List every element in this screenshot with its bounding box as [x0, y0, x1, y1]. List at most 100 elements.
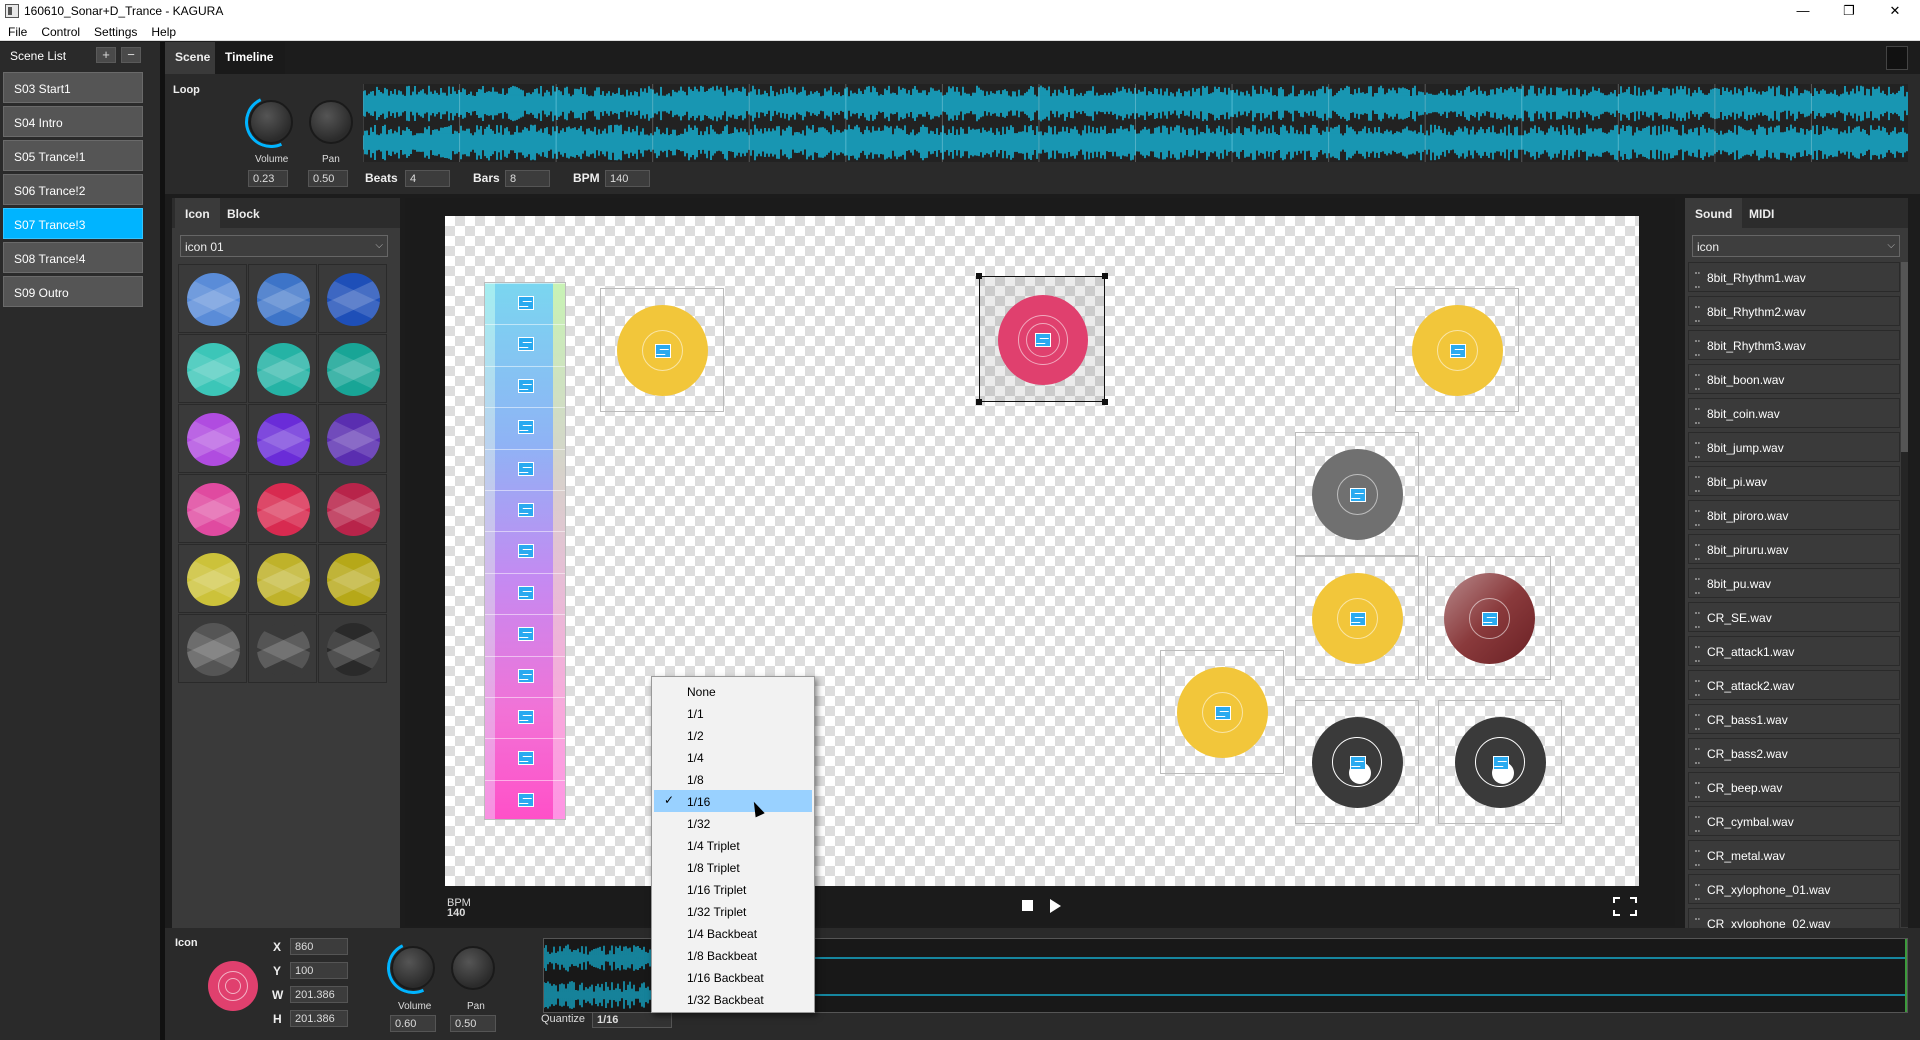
sound-item[interactable]: 8bit_piruru.wav	[1688, 534, 1900, 564]
tab-icon[interactable]: Icon	[175, 198, 220, 228]
resize-handle-tr[interactable]	[1102, 273, 1108, 279]
scene-item[interactable]: S05 Trance!1	[3, 140, 143, 171]
icon-object-selected[interactable]	[976, 273, 1108, 405]
h-field[interactable]: 201.386	[290, 1010, 348, 1027]
quantize-option[interactable]: 1/1	[654, 702, 812, 724]
quantize-option[interactable]: 1/8 Backbeat	[654, 944, 812, 966]
tab-sound[interactable]: Sound	[1685, 198, 1743, 228]
tab-block[interactable]: Block	[217, 198, 270, 228]
sound-item[interactable]: 8bit_Rhythm3.wav	[1688, 330, 1900, 360]
sound-item[interactable]: 8bit_pu.wav	[1688, 568, 1900, 598]
tab-midi[interactable]: MIDI	[1739, 198, 1784, 228]
sound-item[interactable]: CR_attack2.wav	[1688, 670, 1900, 700]
x-field[interactable]: 860	[290, 938, 348, 955]
loop-waveform[interactable]	[363, 84, 1908, 162]
palette-icon[interactable]	[178, 264, 247, 333]
resize-handle-bl[interactable]	[976, 399, 982, 405]
tab-timeline[interactable]: Timeline	[215, 42, 285, 74]
quantize-select[interactable]: 1/16	[592, 1011, 672, 1028]
quantize-option[interactable]: 1/2	[654, 724, 812, 746]
sound-item[interactable]: 8bit_piroro.wav	[1688, 500, 1900, 530]
icon-object-gray[interactable]	[1295, 432, 1419, 556]
resize-handle-br[interactable]	[1102, 399, 1108, 405]
sound-item[interactable]: 8bit_jump.wav	[1688, 432, 1900, 462]
palette-icon[interactable]	[248, 264, 317, 333]
quantize-option[interactable]: 1/16 ✓	[654, 790, 812, 812]
close-button[interactable]: ✕	[1872, 0, 1918, 22]
icon-object-yellow-1[interactable]	[600, 288, 724, 412]
icon-object-dark-1[interactable]	[1295, 700, 1419, 824]
sound-item[interactable]: CR_xylophone_02.wav	[1688, 908, 1900, 928]
sound-item[interactable]: CR_SE.wav	[1688, 602, 1900, 632]
quantize-option[interactable]: 1/4 Backbeat	[654, 922, 812, 944]
loop-pan-field[interactable]: 0.50	[308, 170, 348, 187]
loop-volume-field[interactable]: 0.23	[248, 170, 288, 187]
palette-icon[interactable]	[248, 474, 317, 543]
quantize-option[interactable]: 1/32 Triplet	[654, 900, 812, 922]
bpm-field[interactable]: 140	[605, 170, 650, 187]
quantize-option[interactable]: 1/8 Triplet	[654, 856, 812, 878]
icon-pan-knob[interactable]	[451, 946, 495, 990]
palette-icon[interactable]	[178, 334, 247, 403]
icon-volume-knob[interactable]	[391, 946, 435, 990]
palette-icon[interactable]	[178, 474, 247, 543]
menu-file[interactable]: File	[0, 22, 33, 39]
palette-icon[interactable]	[248, 404, 317, 473]
icon-object-maroon[interactable]	[1427, 556, 1551, 680]
palette-icon[interactable]	[318, 334, 387, 403]
beats-field[interactable]: 4	[405, 170, 450, 187]
palette-icon[interactable]	[318, 264, 387, 333]
palette-icon[interactable]	[178, 614, 247, 683]
y-field[interactable]: 100	[290, 962, 348, 979]
menu-help[interactable]: Help	[143, 22, 182, 39]
menu-control[interactable]: Control	[33, 22, 86, 39]
quantize-option[interactable]: 1/32 Backbeat	[654, 988, 812, 1010]
palette-icon[interactable]	[248, 614, 317, 683]
tab-scene[interactable]: Scene	[165, 42, 215, 74]
color-strip-block[interactable]	[484, 282, 566, 820]
quantize-option[interactable]: 1/16 Triplet	[654, 878, 812, 900]
scene-item[interactable]: S07 Trance!3	[3, 208, 143, 239]
palette-icon[interactable]	[178, 404, 247, 473]
palette-icon[interactable]	[318, 404, 387, 473]
palette-icon[interactable]	[248, 544, 317, 613]
icon-set-select[interactable]: icon 01 ⌵	[180, 235, 388, 257]
icon-object-yellow-2[interactable]	[1395, 288, 1519, 412]
quantize-option[interactable]: 1/8	[654, 768, 812, 790]
icon-pan-field[interactable]: 0.50	[450, 1015, 496, 1032]
maximize-button[interactable]: ❐	[1826, 0, 1872, 22]
palette-icon[interactable]	[248, 334, 317, 403]
fullscreen-icon[interactable]	[1613, 897, 1637, 916]
scene-item[interactable]: S09 Outro	[3, 276, 143, 307]
stop-button[interactable]	[1022, 900, 1033, 911]
remove-scene-button[interactable]: −	[121, 47, 141, 63]
sound-item[interactable]: CR_bass1.wav	[1688, 704, 1900, 734]
sound-item[interactable]: CR_beep.wav	[1688, 772, 1900, 802]
sound-scrollbar[interactable]	[1901, 262, 1908, 927]
sound-item[interactable]: 8bit_Rhythm2.wav	[1688, 296, 1900, 326]
play-button[interactable]	[1050, 899, 1061, 913]
quantize-option[interactable]: 1/4 Triplet	[654, 834, 812, 856]
sound-filter-select[interactable]: icon ⌵	[1692, 235, 1900, 257]
scene-item[interactable]: S03 Start1	[3, 72, 143, 103]
bars-field[interactable]: 8	[505, 170, 550, 187]
add-scene-button[interactable]: +	[96, 47, 116, 63]
palette-icon[interactable]	[318, 614, 387, 683]
loop-pan-knob[interactable]	[309, 100, 353, 144]
quantize-option[interactable]: None	[654, 680, 812, 702]
sound-item[interactable]: 8bit_coin.wav	[1688, 398, 1900, 428]
sound-item[interactable]: CR_metal.wav	[1688, 840, 1900, 870]
scene-item[interactable]: S08 Trance!4	[3, 242, 143, 273]
sound-item[interactable]: CR_xylophone_01.wav	[1688, 874, 1900, 904]
stop-preview-button[interactable]	[1886, 46, 1908, 70]
resize-handle-tl[interactable]	[976, 273, 982, 279]
icon-volume-field[interactable]: 0.60	[390, 1015, 436, 1032]
palette-icon[interactable]	[318, 474, 387, 543]
sound-item[interactable]: 8bit_pi.wav	[1688, 466, 1900, 496]
scrollbar-thumb[interactable]	[1901, 262, 1908, 452]
icon-object-yellow-3[interactable]	[1295, 556, 1419, 680]
sound-item[interactable]: CR_cymbal.wav	[1688, 806, 1900, 836]
quantize-option[interactable]: 1/4	[654, 746, 812, 768]
minimize-button[interactable]: —	[1780, 0, 1826, 22]
sound-item[interactable]: 8bit_Rhythm1.wav	[1688, 262, 1900, 292]
